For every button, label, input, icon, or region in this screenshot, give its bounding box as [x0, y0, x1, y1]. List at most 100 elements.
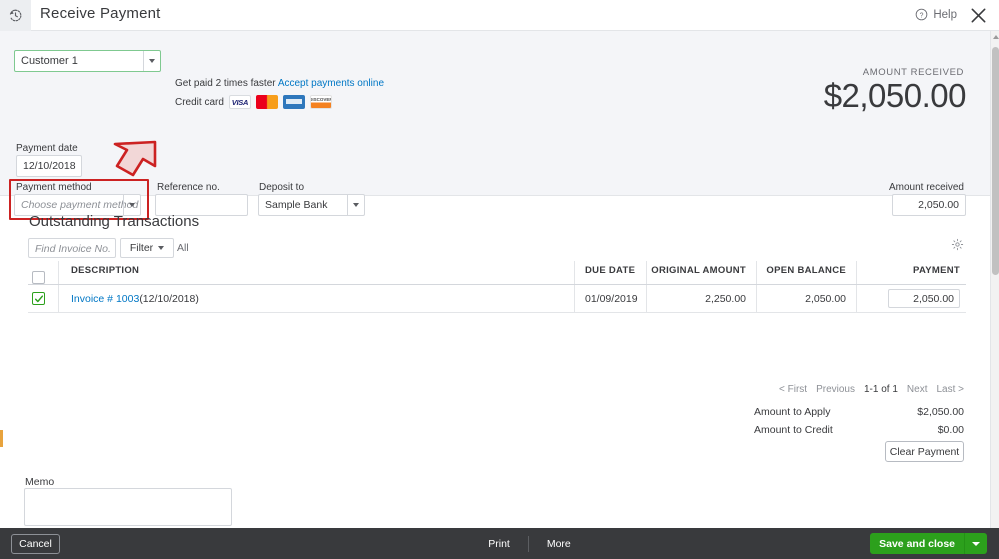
settings-gear-icon[interactable]: [951, 238, 964, 256]
pagination-first[interactable]: < First: [779, 384, 807, 395]
totals-block: Amount to Apply $2,050.00 Amount to Cred…: [754, 406, 964, 442]
credit-card-row: Credit card VISA DISCOVER: [175, 95, 332, 109]
settings-gear-glyph: [951, 238, 964, 251]
table-header-row: DESCRIPTION DUE DATE ORIGINAL AMOUNT OPE…: [28, 261, 966, 285]
print-button[interactable]: Print: [470, 538, 528, 550]
save-and-close-button[interactable]: Save and close: [870, 533, 987, 554]
vertical-scrollbar[interactable]: [990, 31, 999, 528]
close-x-icon: [971, 8, 986, 23]
row-description-cell: Invoice # 1003 (12/10/2018): [58, 285, 574, 312]
pagination-previous[interactable]: Previous: [816, 384, 855, 395]
mastercard-card-icon: [255, 95, 278, 109]
help-label: Help: [933, 8, 957, 21]
history-clock-icon[interactable]: [0, 0, 31, 31]
customer-value: Customer 1: [21, 55, 78, 67]
invoice-link[interactable]: Invoice # 1003: [71, 293, 139, 305]
scrollbar-thumb[interactable]: [992, 47, 999, 275]
page-title: Receive Payment: [40, 5, 161, 22]
all-filter-label[interactable]: All: [177, 242, 189, 254]
discover-card-icon: DISCOVER: [309, 95, 332, 109]
pagination-last[interactable]: Last >: [936, 384, 964, 395]
svg-text:?: ?: [920, 12, 924, 19]
find-invoice-placeholder: Find Invoice No.: [35, 243, 111, 255]
col-open-balance-label: OPEN BALANCE: [766, 265, 846, 276]
row-original-amount-value: 2,250.00: [705, 292, 746, 305]
promo-label: Get paid 2 times faster: [175, 78, 278, 89]
close-button[interactable]: [969, 6, 988, 25]
col-due-date-label: DUE DATE: [585, 265, 636, 276]
col-description: DESCRIPTION: [58, 261, 574, 284]
filter-chevron-down-icon: [158, 246, 165, 250]
clear-payment-button[interactable]: Clear Payment: [885, 441, 964, 462]
pagination-next[interactable]: Next: [907, 384, 928, 395]
row-open-balance-cell: 2,050.00: [756, 285, 856, 312]
receive-payment-window: Receive Payment ? Help Customer 1 Get pa…: [0, 0, 999, 559]
amount-to-apply-row: Amount to Apply $2,050.00: [754, 406, 964, 418]
transactions-table: DESCRIPTION DUE DATE ORIGINAL AMOUNT OPE…: [28, 261, 966, 313]
payment-date-input[interactable]: 12/10/2018: [16, 155, 82, 177]
row-payment-cell: 2,050.00: [856, 285, 966, 312]
reference-no-label: Reference no.: [157, 182, 220, 193]
help-button[interactable]: ? Help: [915, 8, 957, 21]
deposit-to-label: Deposit to: [259, 182, 305, 193]
row-original-amount-cell: 2,250.00: [646, 285, 756, 312]
row-payment-input[interactable]: 2,050.00: [888, 289, 960, 308]
visa-card-icon: VISA: [228, 95, 251, 109]
more-button[interactable]: More: [529, 538, 589, 550]
amount-received-input[interactable]: 2,050.00: [892, 194, 966, 216]
credit-card-label: Credit card: [175, 96, 224, 108]
history-clock-glyph: [9, 9, 22, 22]
customer-select[interactable]: Customer 1: [14, 50, 161, 72]
checkmark-icon: [34, 294, 43, 302]
select-all-cell: [28, 271, 58, 284]
row-due-date-cell: 01/09/2019: [574, 285, 646, 312]
memo-label: Memo: [25, 476, 55, 488]
promo-text: Get paid 2 times faster Accept payments …: [175, 78, 384, 89]
col-payment-label: PAYMENT: [913, 265, 960, 276]
col-payment: PAYMENT: [856, 261, 966, 284]
amount-to-apply-label: Amount to Apply: [754, 406, 831, 418]
deposit-to-value: Sample Bank: [265, 199, 328, 211]
amount-received-input-value: 2,050.00: [918, 199, 959, 211]
amount-to-apply-value: $2,050.00: [917, 406, 964, 418]
select-all-checkbox[interactable]: [32, 271, 45, 284]
col-due-date: DUE DATE: [574, 261, 646, 284]
save-and-close-label: Save and close: [879, 537, 955, 550]
cancel-button[interactable]: Cancel: [11, 533, 60, 554]
payment-method-placeholder: Choose payment method: [21, 199, 139, 211]
table-row: Invoice # 1003 (12/10/2018) 01/09/2019 2…: [28, 285, 966, 313]
col-open-balance: OPEN BALANCE: [756, 261, 856, 284]
deposit-to-chevron-down-icon[interactable]: [347, 195, 364, 215]
amount-to-credit-row: Amount to Credit $0.00: [754, 424, 964, 436]
outstanding-transactions-title: Outstanding Transactions: [29, 213, 200, 230]
pagination-current: 1-1 of 1: [863, 384, 898, 395]
row-due-date-value: 01/09/2019: [585, 292, 638, 305]
deposit-to-select[interactable]: Sample Bank: [258, 194, 365, 216]
action-footer: Cancel Print More Save and close: [0, 528, 999, 559]
col-original-amount: ORIGINAL AMOUNT: [646, 261, 756, 284]
row-open-balance-value: 2,050.00: [805, 292, 846, 305]
amount-received-display-value: $2,050.00: [823, 77, 967, 114]
row-checkbox[interactable]: [32, 292, 45, 305]
filter-button[interactable]: Filter: [120, 238, 174, 258]
accept-payments-online-link[interactable]: Accept payments online: [278, 78, 384, 89]
save-options-chevron-down-icon[interactable]: [965, 541, 987, 546]
amount-to-credit-value: $0.00: [937, 424, 964, 436]
payment-method-label: Payment method: [16, 182, 92, 193]
payment-date-label: Payment date: [16, 143, 78, 154]
col-original-amount-label: ORIGINAL AMOUNT: [651, 265, 746, 276]
amount-to-credit-label: Amount to Credit: [754, 424, 833, 436]
memo-textarea[interactable]: [24, 488, 232, 526]
scroll-up-arrow-icon: [992, 35, 999, 39]
payment-header-panel: Customer 1 Get paid 2 times faster Accep…: [0, 31, 990, 220]
form-body: Customer 1 Get paid 2 times faster Accep…: [0, 31, 999, 528]
row-select-cell: [28, 292, 58, 305]
find-invoice-input[interactable]: Find Invoice No.: [28, 238, 116, 258]
question-circle-icon: ?: [916, 8, 928, 21]
payment-method-chevron-down-icon[interactable]: [123, 195, 140, 215]
footer-center-actions: Print More: [60, 535, 999, 552]
invoice-date-suffix: (12/10/2018): [139, 292, 199, 305]
amount-received-input-label: Amount received: [888, 182, 964, 193]
payment-date-value: 12/10/2018: [23, 160, 76, 172]
customer-dropdown-chevron-down-icon[interactable]: [143, 51, 160, 71]
